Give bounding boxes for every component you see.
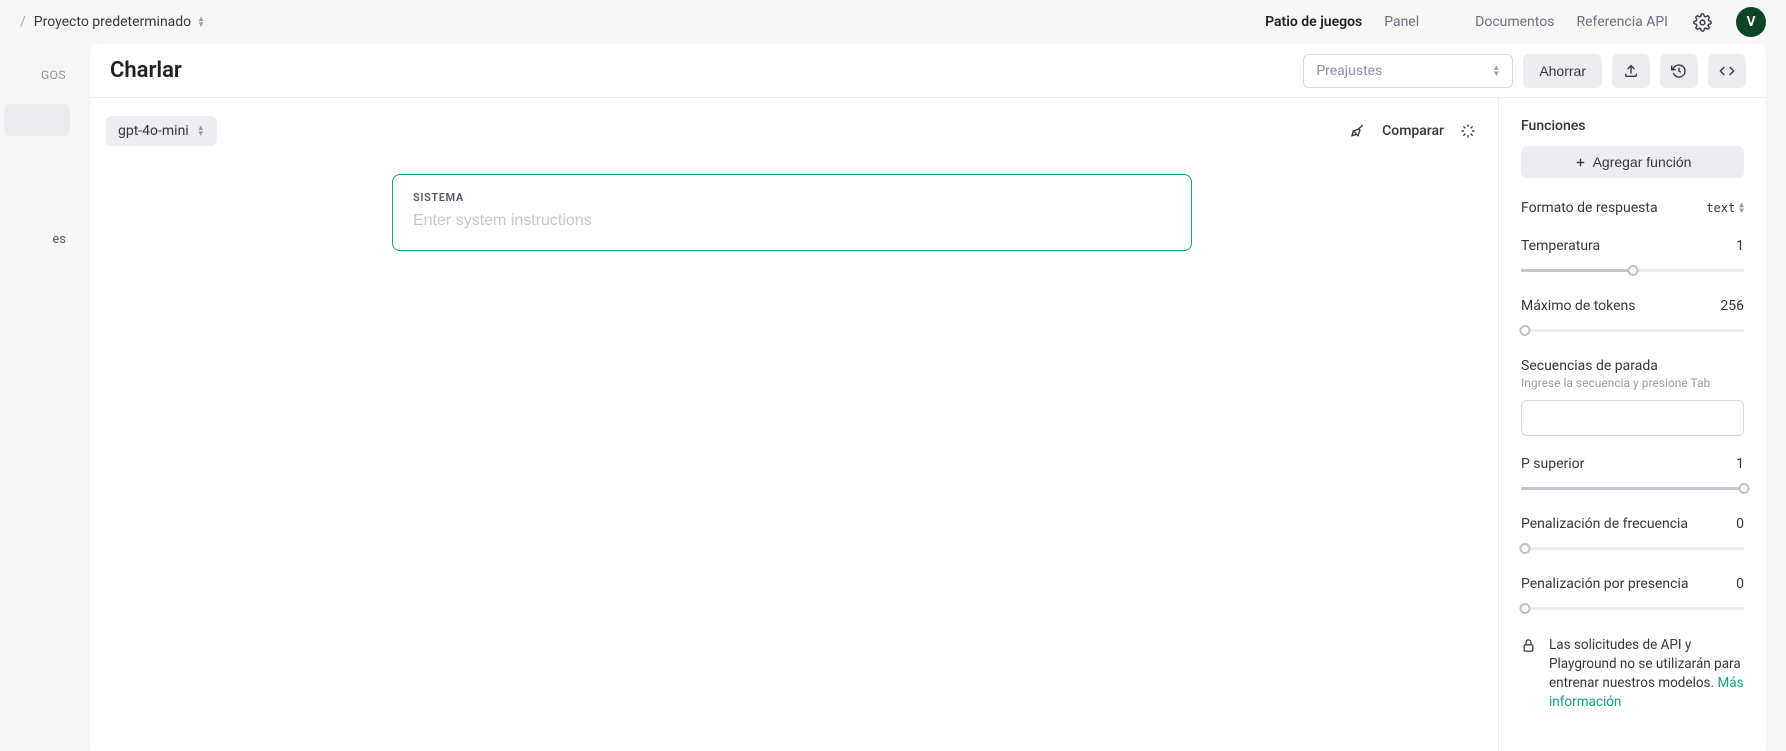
response-format-label: Formato de respuesta [1521, 200, 1658, 216]
breadcrumb: / Proyecto predeterminado ▲▼ [20, 14, 205, 30]
chevron-up-down-icon: ▲▼ [197, 16, 205, 28]
card-header: Charlar Preajustes ▲▼ Ahorrar [90, 44, 1766, 98]
share-button[interactable] [1612, 54, 1650, 88]
model-selector[interactable]: gpt-4o-mini ▲▼ [106, 116, 217, 146]
header-actions: Preajustes ▲▼ Ahorrar [1303, 54, 1746, 88]
top-p-label: P superior [1521, 456, 1584, 472]
pres-penalty-value: 0 [1736, 576, 1744, 592]
clear-button[interactable] [1348, 121, 1368, 141]
sidebar-selection-highlight [4, 104, 70, 136]
topbar-right: Patio de juegos Panel Documentos Referen… [1265, 7, 1766, 37]
chevron-up-down-icon: ▲▼ [197, 125, 205, 137]
code-icon [1718, 63, 1736, 79]
freq-penalty-slider[interactable] [1521, 540, 1744, 556]
privacy-notice-text: Las solicitudes de API y Playground no s… [1549, 637, 1741, 691]
avatar[interactable]: V [1736, 7, 1766, 37]
content-area: gpt-4o-mini ▲▼ Comparar SISTEMA [90, 98, 1498, 751]
temperature-control: Temperatura 1 [1521, 238, 1744, 278]
stop-sequences-control: Secuencias de parada Ingrese la secuenci… [1521, 358, 1744, 436]
temperature-slider[interactable] [1521, 262, 1744, 278]
sidebar: GOS es [0, 44, 78, 751]
sidebar-heading: GOS [0, 58, 78, 92]
freq-penalty-value: 0 [1736, 516, 1744, 532]
nav-docs[interactable]: Documentos [1475, 14, 1554, 30]
chevron-up-down-icon: ▲▼ [1492, 65, 1500, 77]
model-label: gpt-4o-mini [118, 123, 189, 139]
privacy-notice: Las solicitudes de API y Playground no s… [1521, 636, 1744, 712]
pres-penalty-control: Penalización por presencia 0 [1521, 576, 1744, 616]
response-format-value: text [1706, 201, 1735, 215]
temperature-value: 1 [1736, 238, 1744, 254]
breadcrumb-separator: / [20, 14, 26, 30]
stop-sequences-hint: Ingrese la secuencia y presione Tab [1521, 376, 1744, 390]
nav-panel[interactable]: Panel [1384, 14, 1419, 30]
nav-api-ref[interactable]: Referencia API [1576, 14, 1668, 30]
presets-selector[interactable]: Preajustes ▲▼ [1303, 54, 1513, 88]
top-p-value: 1 [1736, 456, 1744, 472]
sparkle-plus-icon [1460, 123, 1476, 139]
compare-button[interactable]: Comparar [1382, 123, 1444, 139]
max-tokens-label: Máximo de tokens [1521, 298, 1635, 314]
project-label: Proyecto predeterminado [34, 14, 191, 30]
system-message-box[interactable]: SISTEMA [392, 174, 1192, 251]
freq-penalty-label: Penalización de frecuencia [1521, 516, 1688, 532]
plus-icon [1574, 156, 1587, 169]
chevron-up-down-icon: ▲▼ [1739, 202, 1744, 214]
sidebar-item-fragment[interactable]: es [0, 222, 78, 257]
top-p-slider[interactable] [1521, 480, 1744, 496]
compare-add-button[interactable] [1458, 121, 1478, 141]
add-function-button[interactable]: Agregar función [1521, 146, 1744, 178]
stop-sequences-label: Secuencias de parada [1521, 358, 1658, 374]
response-format-selector[interactable]: text ▲▼ [1706, 201, 1744, 215]
settings-button[interactable] [1690, 10, 1714, 34]
upload-icon [1623, 63, 1639, 79]
stop-sequences-input[interactable] [1521, 400, 1744, 436]
max-tokens-control: Máximo de tokens 256 [1521, 298, 1744, 338]
max-tokens-value: 256 [1720, 298, 1744, 314]
nav-playground[interactable]: Patio de juegos [1265, 14, 1362, 30]
save-button[interactable]: Ahorrar [1523, 54, 1602, 88]
presets-placeholder: Preajustes [1316, 63, 1382, 79]
lock-icon [1521, 638, 1537, 712]
project-selector[interactable]: Proyecto predeterminado ▲▼ [34, 14, 205, 30]
history-icon [1671, 63, 1687, 79]
pres-penalty-slider[interactable] [1521, 600, 1744, 616]
add-function-label: Agregar función [1593, 154, 1692, 170]
broom-icon [1350, 123, 1366, 139]
compare-group: Comparar [1348, 121, 1478, 141]
page-title: Charlar [110, 58, 182, 83]
pres-penalty-label: Penalización por presencia [1521, 576, 1689, 592]
code-button[interactable] [1708, 54, 1746, 88]
topbar: / Proyecto predeterminado ▲▼ Patio de ju… [0, 0, 1786, 44]
history-button[interactable] [1660, 54, 1698, 88]
system-label: SISTEMA [413, 191, 1171, 204]
freq-penalty-control: Penalización de frecuencia 0 [1521, 516, 1744, 556]
card-body: gpt-4o-mini ▲▼ Comparar SISTEMA [90, 98, 1766, 751]
settings-panel: Funciones Agregar función Formato de res… [1498, 98, 1766, 751]
gear-icon [1693, 13, 1712, 32]
system-input[interactable] [413, 212, 1171, 230]
max-tokens-slider[interactable] [1521, 322, 1744, 338]
main-card: Charlar Preajustes ▲▼ Ahorrar gpt-4o-min… [90, 44, 1766, 751]
top-p-control: P superior 1 [1521, 456, 1744, 496]
functions-heading: Funciones [1521, 118, 1744, 134]
content-toolbar: gpt-4o-mini ▲▼ Comparar [106, 116, 1478, 146]
temperature-label: Temperatura [1521, 238, 1600, 254]
